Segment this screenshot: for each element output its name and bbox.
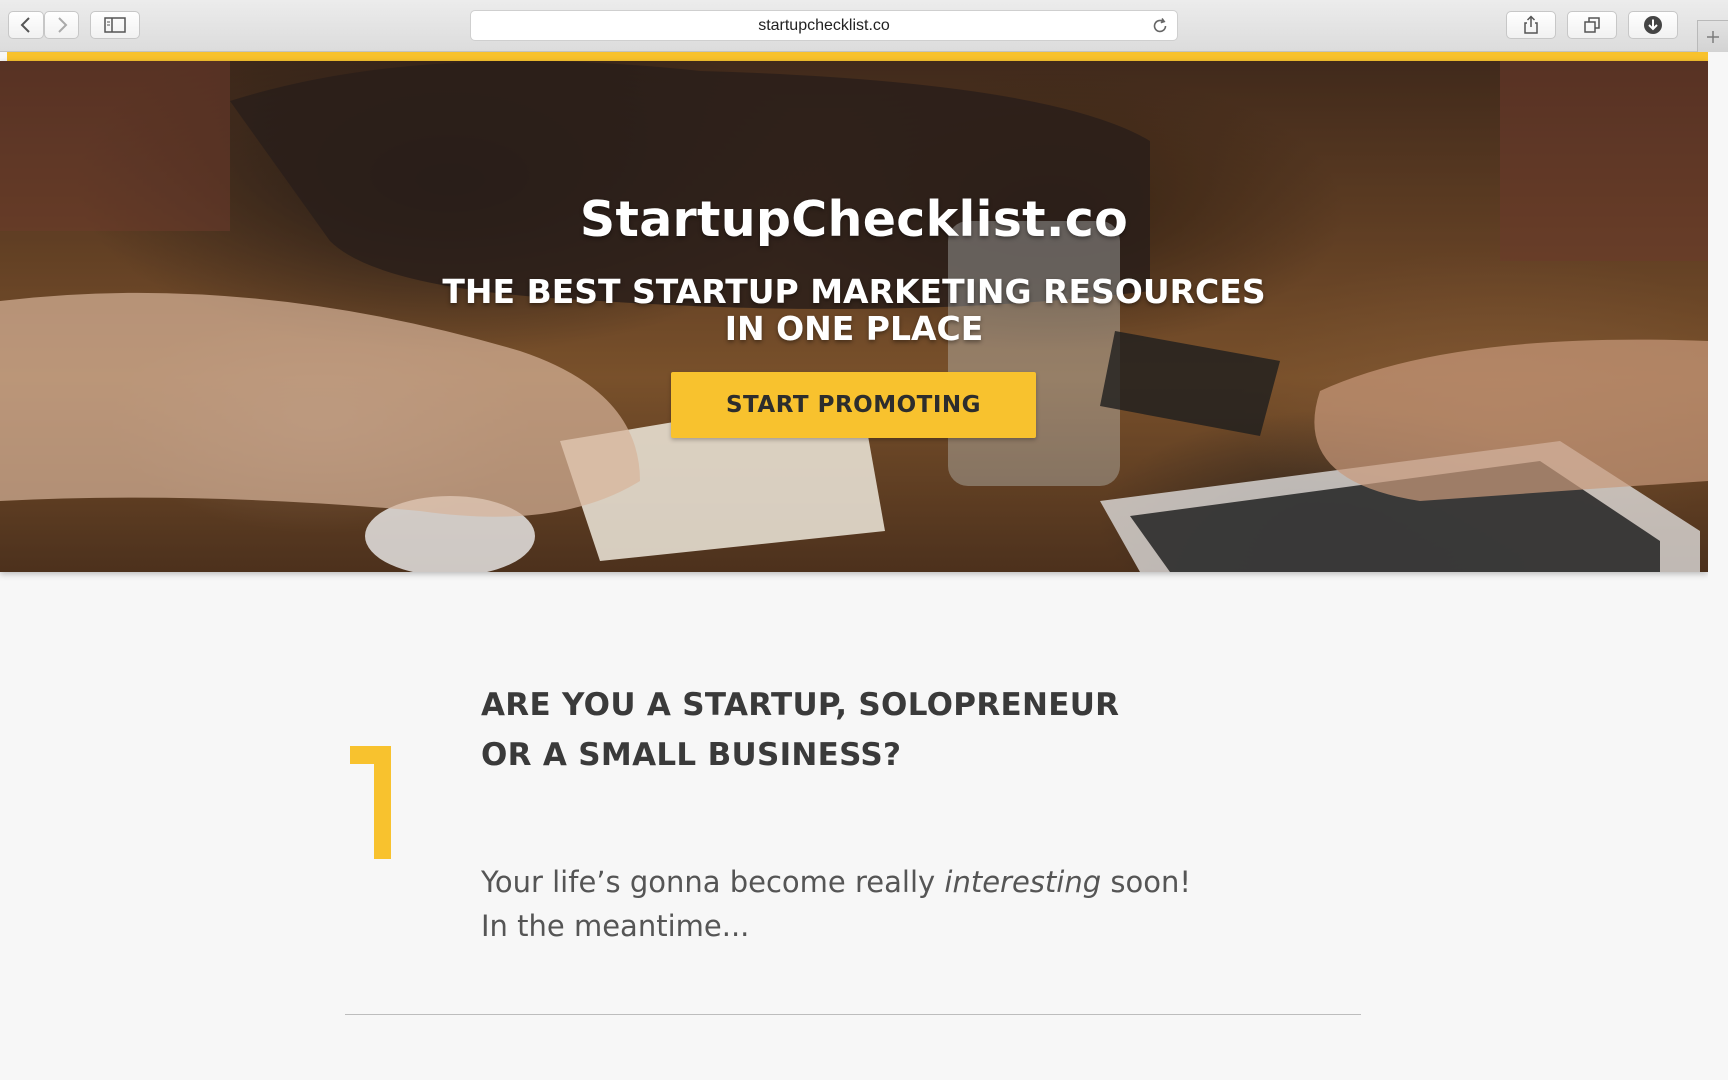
hero-subtitle: THE BEST STARTUP MARKETING RESOURCES IN … xyxy=(0,273,1708,347)
hero-content: StartupChecklist.co THE BEST STARTUP MAR… xyxy=(0,61,1708,572)
step-description: Your life’s gonna become really interest… xyxy=(481,860,1381,948)
sidebar-icon xyxy=(104,17,126,33)
web-page: StartupChecklist.co THE BEST STARTUP MAR… xyxy=(0,52,1708,1080)
step-text-start: Your life’s gonna become really xyxy=(481,865,945,899)
tabs-overview-button[interactable] xyxy=(1567,11,1617,39)
downloads-button[interactable] xyxy=(1628,11,1678,39)
section-divider xyxy=(345,1014,1361,1015)
hero-subtitle-line-2: IN ONE PLACE xyxy=(724,309,984,348)
hero-banner: StartupChecklist.co THE BEST STARTUP MAR… xyxy=(0,61,1708,572)
reload-button[interactable] xyxy=(1151,17,1169,40)
reload-icon xyxy=(1153,18,1167,33)
new-tab-button[interactable] xyxy=(1697,20,1728,52)
step-description-line-1: Your life’s gonna become really interest… xyxy=(481,860,1381,904)
chevron-left-icon xyxy=(20,17,30,33)
step-heading-line-2: OR A SMALL BUSINESS? xyxy=(481,737,902,773)
plus-icon xyxy=(1707,30,1719,43)
start-promoting-button[interactable]: START PROMOTING xyxy=(671,372,1036,438)
site-title: StartupChecklist.co xyxy=(579,191,1129,248)
download-icon xyxy=(1644,16,1662,34)
hero-subtitle-line-1: THE BEST STARTUP MARKETING RESOURCES xyxy=(442,272,1266,311)
chevron-right-icon xyxy=(57,17,67,33)
top-accent-bar xyxy=(7,52,1708,61)
step-description-line-2: In the meantime... xyxy=(481,909,750,943)
step-text-end: soon! xyxy=(1101,865,1191,899)
address-bar[interactable]: startupchecklist.co xyxy=(470,10,1178,41)
share-button[interactable] xyxy=(1506,11,1556,39)
browser-toolbar: startupchecklist.co xyxy=(0,0,1728,52)
tabs-overview-icon xyxy=(1584,17,1600,33)
sidebar-button[interactable] xyxy=(90,11,140,39)
scrollbar-gutter xyxy=(1708,52,1728,1080)
share-icon xyxy=(1524,15,1538,34)
url-text: startupchecklist.co xyxy=(758,16,890,34)
step-number-graphic xyxy=(350,746,391,859)
step-heading-line-1: ARE YOU A STARTUP, SOLOPRENEUR xyxy=(481,687,1120,723)
step-heading: ARE YOU A STARTUP, SOLOPRENEUR OR A SMAL… xyxy=(481,680,1381,780)
back-button[interactable] xyxy=(8,11,44,39)
step-text-emphasis: interesting xyxy=(944,865,1102,899)
forward-button[interactable] xyxy=(44,11,79,39)
